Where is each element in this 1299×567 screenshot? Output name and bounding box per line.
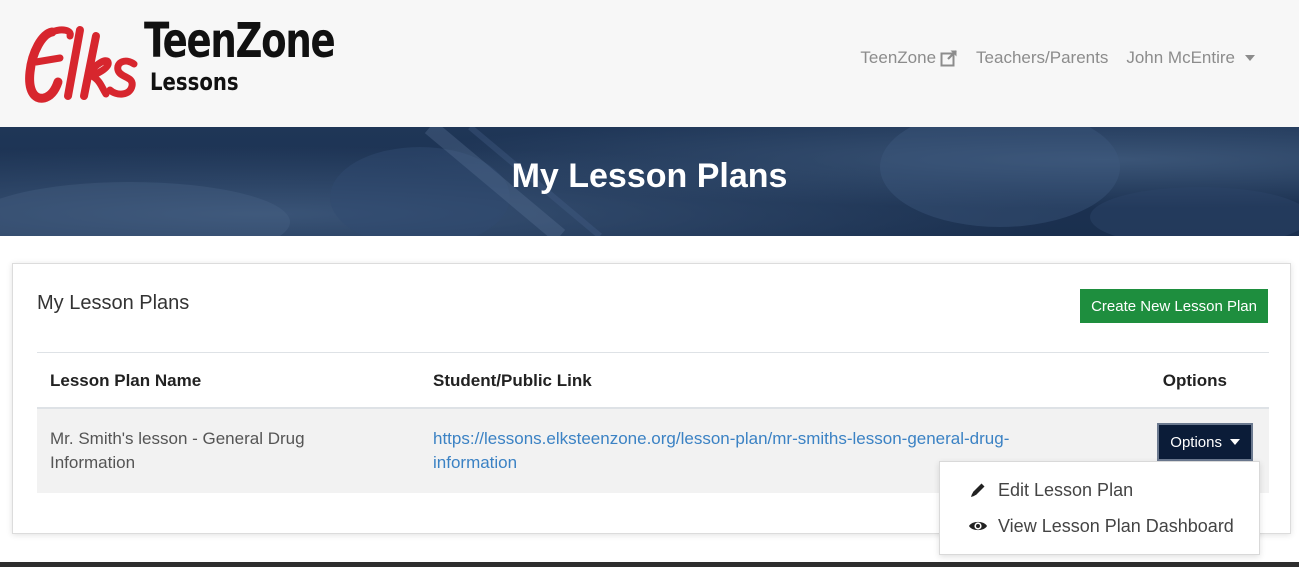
eye-icon — [968, 517, 988, 535]
create-lesson-plan-button[interactable]: Create New Lesson Plan — [1080, 289, 1268, 323]
menu-item-label: View Lesson Plan Dashboard — [998, 515, 1234, 536]
menu-item-label: Edit Lesson Plan — [998, 479, 1134, 500]
logo-subtitle: Lessons — [150, 68, 239, 96]
card-title: My Lesson Plans — [37, 292, 190, 314]
hero-banner: My Lesson Plans — [0, 127, 1299, 236]
logo-wordmark: TeenZone Lessons — [144, 13, 365, 94]
chevron-down-icon — [1245, 55, 1255, 61]
pencil-icon — [968, 481, 988, 499]
main-nav: TeenZone Teachers/Parents John McEntire — [842, 48, 1255, 68]
options-dropdown-menu: Edit Lesson Plan View Lesson Plan Dashbo… — [939, 461, 1260, 555]
footer-strip — [0, 562, 1299, 567]
nav-teenzone-link[interactable]: TeenZone — [860, 48, 958, 68]
user-name: John McEntire — [1126, 48, 1235, 67]
lesson-plan-name: Mr. Smith's lesson - General Drug Inform… — [50, 429, 305, 472]
logo-title: TeenZone — [144, 13, 336, 69]
nav-teachers-parents-link[interactable]: Teachers/Parents — [976, 48, 1108, 68]
column-header-name: Lesson Plan Name — [50, 371, 202, 390]
table-header: Lesson Plan Name Student/Public Link Opt… — [37, 352, 1269, 409]
external-link-icon — [940, 50, 957, 67]
options-button-label: Options — [1170, 433, 1222, 451]
menu-item-edit-lesson-plan[interactable]: Edit Lesson Plan — [940, 472, 1259, 508]
nav-teenzone-label: TeenZone — [860, 48, 937, 67]
nav-teachers-parents-label: Teachers/Parents — [976, 48, 1109, 67]
user-menu-dropdown[interactable]: John McEntire — [1126, 48, 1255, 68]
page-title: My Lesson Plans — [511, 157, 788, 195]
caret-down-icon — [1230, 439, 1240, 445]
elks-teenzone-logo[interactable]: TeenZone Lessons — [22, 14, 362, 110]
top-navbar: TeenZone Lessons TeenZone Teachers/Paren… — [0, 0, 1299, 127]
elks-script-logo — [25, 26, 138, 103]
column-header-link: Student/Public Link — [433, 371, 592, 390]
column-header-options: Options — [1162, 371, 1227, 390]
options-dropdown-button[interactable]: Options — [1157, 423, 1253, 461]
menu-item-view-dashboard[interactable]: View Lesson Plan Dashboard — [940, 508, 1259, 544]
